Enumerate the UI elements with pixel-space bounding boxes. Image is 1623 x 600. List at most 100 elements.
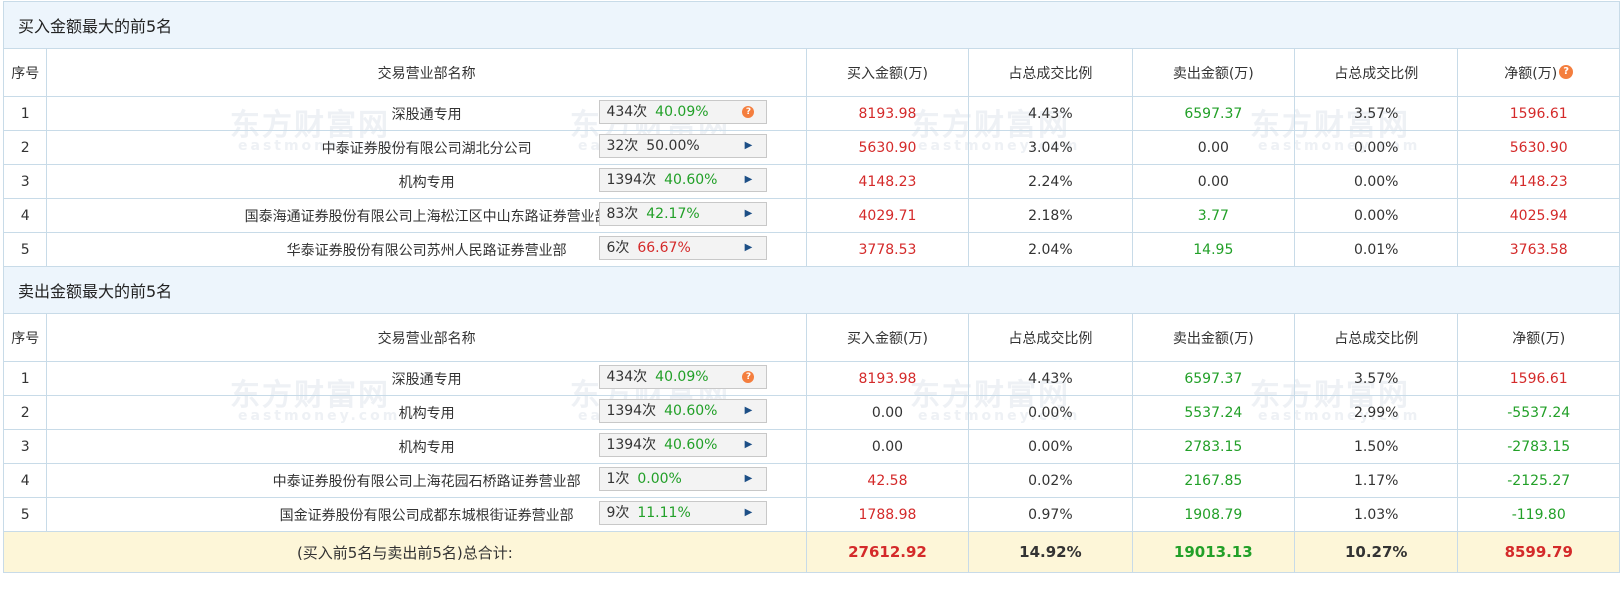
section-title: 买入金额最大的前5名	[3, 1, 1620, 49]
table-row: 1 深股通专用 434次 40.09%? 8193.98 4.43% 6597.37 3.57…	[2, 361, 1620, 396]
arrow-right-icon[interactable]: ▶	[742, 507, 754, 519]
trade-count: 9次	[606, 505, 630, 521]
sell-amount: 0.00	[1131, 164, 1296, 199]
header-sell: 卖出金额(万)	[1131, 313, 1296, 362]
broker-stats-badge[interactable]: 1394次 40.60% ▶	[599, 168, 768, 192]
broker-name-cell: 机构专用 1394次 40.60% ▶	[46, 429, 807, 464]
header-buy-ratio: 占总成交比例	[968, 313, 1133, 362]
win-rate: 66.67%	[637, 240, 691, 256]
net-amount: -2125.27	[1457, 463, 1620, 498]
broker-name-link[interactable]: 中泰证券股份有限公司上海花园石桥路证券营业部	[273, 471, 581, 491]
header-sell-ratio: 占总成交比例	[1294, 48, 1459, 97]
buy-ratio: 3.04%	[968, 130, 1133, 165]
row-seq: 2	[2, 395, 48, 430]
arrow-right-icon[interactable]: ▶	[742, 208, 754, 220]
arrow-right-icon[interactable]: ▶	[742, 242, 754, 254]
net-amount: 4148.23	[1457, 164, 1620, 199]
broker-stats-badge[interactable]: 1次 0.00% ▶	[599, 467, 768, 491]
broker-stats-badge[interactable]: 434次 40.09%?	[599, 365, 768, 389]
broker-name-link[interactable]: 华泰证券股份有限公司苏州人民路证券营业部	[287, 240, 567, 260]
question-icon[interactable]: ?	[742, 106, 755, 118]
broker-name-link[interactable]: 深股通专用	[392, 369, 462, 389]
header-net-label: 净额(万)	[1504, 65, 1558, 82]
arrow-right-icon[interactable]: ▶	[742, 473, 754, 485]
row-seq: 4	[2, 198, 48, 233]
net-amount: 4025.94	[1457, 198, 1620, 233]
net-amount: -2783.15	[1457, 429, 1620, 464]
header-net: 净额(万)	[1457, 313, 1620, 362]
section-title: 卖出金额最大的前5名	[3, 266, 1620, 314]
header-seq: 序号	[2, 48, 48, 97]
arrow-right-icon[interactable]: ▶	[742, 140, 754, 152]
total-sell-ratio: 10.27%	[1294, 531, 1459, 573]
broker-name-link[interactable]: 国金证券股份有限公司成都东城根街证券营业部	[280, 505, 574, 525]
trade-count: 6次	[606, 240, 630, 256]
net-amount: 3763.58	[1457, 232, 1620, 267]
header-net: 净额(万)?	[1457, 48, 1620, 97]
broker-name-link[interactable]: 机构专用	[399, 403, 455, 423]
broker-name-cell: 深股通专用 434次 40.09%?	[46, 361, 807, 396]
buy-ratio: 2.04%	[968, 232, 1133, 267]
win-rate: 40.60%	[664, 172, 718, 188]
row-seq: 3	[2, 164, 48, 199]
broker-stats-badge[interactable]: 9次 11.11% ▶	[599, 501, 768, 525]
buy-amount: 0.00	[805, 429, 970, 464]
row-seq: 1	[2, 361, 48, 396]
sell-ratio: 0.01%	[1294, 232, 1459, 267]
sell-amount: 5537.24	[1131, 395, 1296, 430]
row-seq: 5	[2, 232, 48, 267]
table-row: 1 深股通专用 434次 40.09%? 8193.98 4.43% 6597.37 3.57…	[2, 96, 1620, 131]
net-amount: -5537.24	[1457, 395, 1620, 430]
sell-amount: 0.00	[1131, 130, 1296, 165]
table-row: 5 华泰证券股份有限公司苏州人民路证券营业部 6次 66.67% ▶ 3778.53 2.0…	[2, 232, 1620, 267]
total-buy-ratio: 14.92%	[968, 531, 1133, 573]
row-seq: 2	[2, 130, 48, 165]
sell-ratio: 1.03%	[1294, 497, 1459, 532]
win-rate: 0.00%	[637, 471, 682, 487]
sell-ratio: 1.17%	[1294, 463, 1459, 498]
broker-name-link[interactable]: 国泰海通证券股份有限公司上海松江区中山东路证券营业部	[245, 206, 609, 226]
sell-ratio: 0.00%	[1294, 164, 1459, 199]
broker-name-cell: 深股通专用 434次 40.09%?	[46, 96, 807, 131]
broker-name-link[interactable]: 机构专用	[399, 437, 455, 457]
arrow-right-icon[interactable]: ▶	[742, 439, 754, 451]
broker-stats-badge[interactable]: 1394次 40.60% ▶	[599, 433, 768, 457]
buy-ratio: 0.00%	[968, 395, 1133, 430]
sell-amount: 1908.79	[1131, 497, 1296, 532]
broker-stats-badge[interactable]: 434次 40.09%?	[599, 100, 768, 124]
buy-ratio: 2.18%	[968, 198, 1133, 233]
broker-stats-badge[interactable]: 1394次 40.60% ▶	[599, 399, 768, 423]
row-seq: 5	[2, 497, 48, 532]
broker-name-link[interactable]: 中泰证券股份有限公司湖北分公司	[322, 138, 532, 158]
row-seq: 1	[2, 96, 48, 131]
lhb-page: 东方财富网 eastmoney.com 东方财富网 eastmoney.com 东方财富…	[0, 0, 1623, 600]
broker-stats-badge[interactable]: 32次 50.00% ▶	[599, 134, 768, 158]
help-question-icon[interactable]: ?	[1559, 64, 1574, 79]
sell-amount: 6597.37	[1131, 96, 1296, 131]
broker-name-link[interactable]: 机构专用	[399, 172, 455, 192]
total-row: (买入前5名与卖出前5名)总合计: 27612.92 14.92% 19013.13 1…	[3, 531, 1620, 573]
header-seq: 序号	[2, 313, 48, 362]
trade-count: 434次	[606, 369, 648, 385]
broker-name-link[interactable]: 深股通专用	[392, 104, 462, 124]
header-name: 交易营业部名称	[46, 48, 807, 97]
sell-ratio: 3.57%	[1294, 96, 1459, 131]
table-header-row: 序号 交易营业部名称 买入金额(万) 占总成交比例 卖出金额(万) 占总成交比例 净额(万)	[2, 313, 1620, 362]
arrow-right-icon[interactable]: ▶	[742, 405, 754, 417]
total-sell: 19013.13	[1131, 531, 1296, 573]
broker-stats-badge[interactable]: 6次 66.67% ▶	[599, 236, 768, 260]
broker-stats-badge[interactable]: 83次 42.17% ▶	[599, 202, 768, 226]
sell-ratio: 0.00%	[1294, 130, 1459, 165]
total-label: (买入前5名与卖出前5名)总合计:	[3, 531, 807, 573]
sell-amount: 2783.15	[1131, 429, 1296, 464]
net-amount: 1596.61	[1457, 361, 1620, 396]
total-buy: 27612.92	[805, 531, 970, 573]
broker-name-cell: 国金证券股份有限公司成都东城根街证券营业部 9次 11.11% ▶	[46, 497, 807, 532]
arrow-right-icon[interactable]: ▶	[742, 174, 754, 186]
win-rate: 40.09%	[655, 104, 709, 120]
buy-amount: 8193.98	[805, 361, 970, 396]
header-sell-ratio: 占总成交比例	[1294, 313, 1459, 362]
question-icon[interactable]: ?	[742, 371, 755, 383]
row-seq: 3	[2, 429, 48, 464]
buy-amount: 5630.90	[805, 130, 970, 165]
